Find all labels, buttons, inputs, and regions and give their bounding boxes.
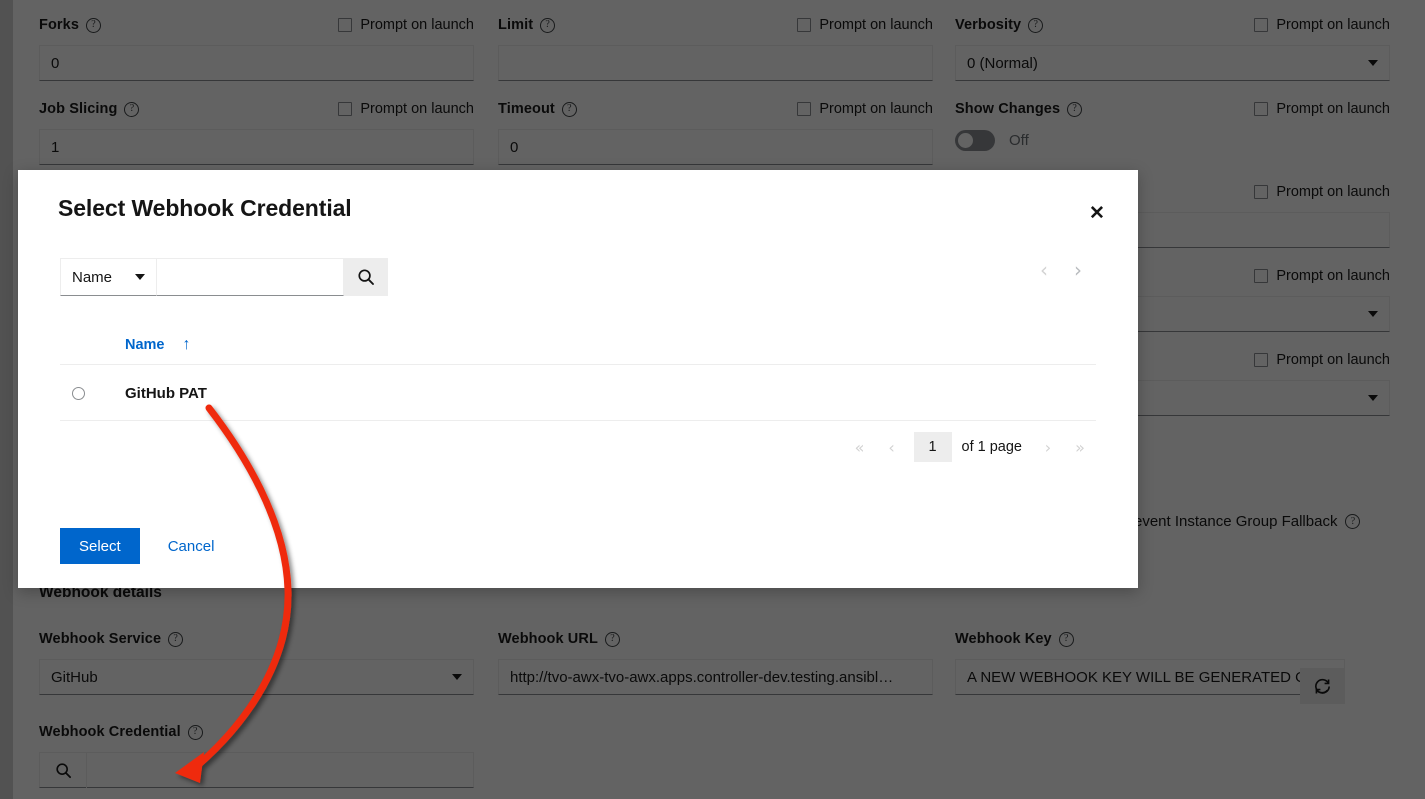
chevron-right-icon[interactable]: › — [1074, 260, 1082, 280]
search-input[interactable] — [157, 258, 344, 296]
filter-field-select[interactable]: Name — [60, 258, 157, 296]
page-total-text: of 1 page — [961, 439, 1022, 455]
filter-field-value: Name — [72, 268, 113, 286]
angle-right-icon[interactable]: › — [1032, 432, 1064, 462]
modal-footer: Select Cancel — [60, 528, 220, 564]
column-header-name-label: Name — [125, 336, 165, 353]
column-header-name[interactable]: Name ↑ — [125, 336, 191, 354]
search-button[interactable] — [344, 258, 388, 296]
search-group: Name — [60, 258, 388, 296]
select-button[interactable]: Select — [60, 528, 140, 564]
row-name: GitHub PAT — [125, 384, 207, 402]
modal-title: Select Webhook Credential — [58, 195, 352, 221]
page-number-input[interactable]: 1 — [913, 432, 952, 462]
table-row[interactable]: GitHub PAT — [60, 366, 1096, 421]
toolbar-pagination: ‹ › — [1040, 260, 1082, 280]
sort-ascending-arrow-icon[interactable]: ↑ — [183, 336, 191, 354]
pagination: « ‹ 1 of 1 page › » — [844, 422, 1096, 472]
angle-double-right-icon[interactable]: » — [1064, 432, 1096, 462]
angle-left-icon[interactable]: ‹ — [876, 432, 908, 462]
angle-double-left-icon[interactable]: « — [844, 432, 876, 462]
close-icon[interactable]: ✕ — [1082, 198, 1112, 228]
select-webhook-credential-modal: Select Webhook Credential ✕ Name ‹ › Nam… — [18, 170, 1138, 588]
cancel-button[interactable]: Cancel — [162, 538, 221, 555]
row-radio-button[interactable] — [72, 386, 85, 400]
screen: Forks ? Prompt on launch 0 Job Slicing — [0, 0, 1425, 799]
table-header: Name ↑ — [60, 325, 1096, 365]
modal-toolbar: Name ‹ › — [60, 258, 1096, 296]
chevron-down-icon — [135, 274, 145, 280]
search-icon — [358, 269, 374, 285]
chevron-left-icon[interactable]: ‹ — [1040, 260, 1048, 280]
